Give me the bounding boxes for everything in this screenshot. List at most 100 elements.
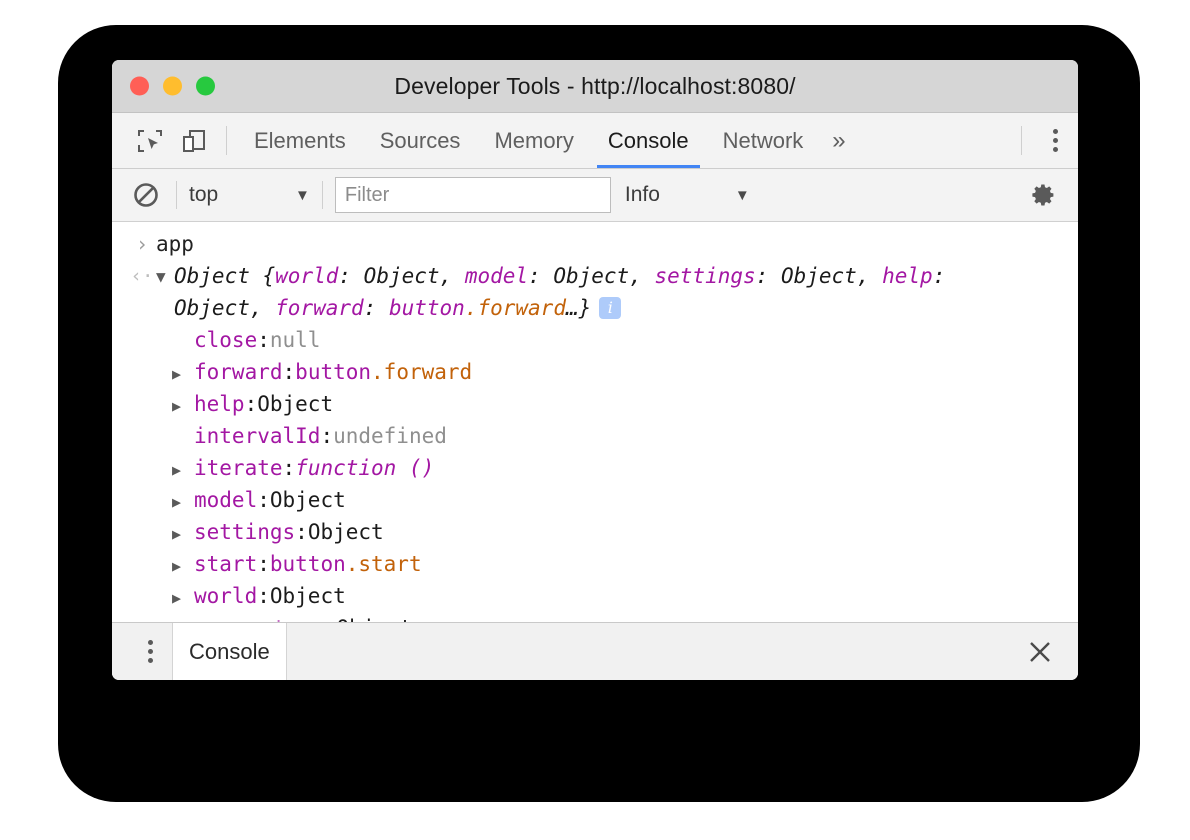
preview-key-3: help — [882, 264, 933, 288]
property-value-tag: button — [295, 356, 371, 388]
property-row-proto[interactable]: ▶ __proto__: Object — [112, 612, 1078, 622]
drawer-close-button[interactable] — [1020, 639, 1060, 665]
object-preview-text: Object {world: Object, model: Object, se… — [174, 260, 1004, 324]
tab-memory[interactable]: Memory — [477, 113, 590, 168]
object-property-list: ▶ close: null ▶ forward: button.forward … — [112, 324, 1078, 622]
toolbar-divider-2 — [322, 181, 323, 209]
drawer-menu-button[interactable] — [128, 640, 172, 663]
property-row-settings[interactable]: ▶ settings: Object — [112, 516, 1078, 548]
execution-context-value: top — [189, 183, 285, 207]
tab-elements-label: Elements — [254, 128, 346, 154]
expand-arrow-icon[interactable]: ▶ — [172, 550, 194, 582]
property-name: __proto__ — [210, 612, 324, 622]
console-input-row: › app — [112, 228, 1078, 260]
property-name: model — [194, 484, 257, 516]
preview-head: Object { — [174, 264, 275, 288]
property-name: iterate — [194, 452, 283, 484]
tab-elements[interactable]: Elements — [237, 113, 363, 168]
preview-value-2: Object — [781, 264, 857, 288]
window-title: Developer Tools - http://localhost:8080/ — [112, 73, 1078, 100]
property-value: function () — [295, 452, 434, 484]
preview-value-1: Object — [553, 264, 629, 288]
log-level-select[interactable]: Info ▼ — [625, 183, 750, 207]
settings-gear-icon — [1031, 182, 1057, 208]
zoom-window-button[interactable] — [196, 77, 215, 96]
close-window-button[interactable] — [130, 77, 149, 96]
preview-value-3: Object — [174, 296, 250, 320]
object-disclosure-triangle[interactable]: ▼ — [156, 260, 174, 294]
log-level-value: Info — [625, 183, 725, 207]
expand-arrow-icon[interactable]: ▶ — [172, 582, 194, 614]
more-tabs-button[interactable]: » — [820, 113, 857, 168]
expand-arrow-placeholder: ▶ — [172, 326, 194, 358]
expand-arrow-icon[interactable]: ▶ — [172, 454, 194, 486]
property-name: world — [194, 580, 257, 612]
drawer-tab-console[interactable]: Console — [172, 623, 287, 680]
tabbar-spacer — [858, 113, 1011, 168]
expand-arrow-placeholder: ▶ — [172, 422, 194, 454]
tab-network[interactable]: Network — [706, 113, 821, 168]
property-row-iterate[interactable]: ▶ iterate: function () — [112, 452, 1078, 484]
property-row-start[interactable]: ▶ start: button.start — [112, 548, 1078, 580]
preview-value-0: Object — [364, 264, 440, 288]
drawer-bar: Console — [112, 622, 1078, 680]
tab-console[interactable]: Console — [591, 113, 706, 168]
console-output[interactable]: › app ‹· ▼ Object {world: Object, model:… — [112, 222, 1078, 622]
panel-tabs: Elements Sources Memory Console Network … — [237, 113, 858, 168]
property-value-class: .forward — [371, 356, 472, 388]
console-settings-button[interactable] — [1024, 182, 1064, 208]
property-value: Object — [270, 484, 346, 516]
property-name: settings — [194, 516, 295, 548]
expand-arrow-icon[interactable]: ▶ — [172, 390, 194, 422]
tabbar-divider-right — [1021, 126, 1022, 155]
preview-value-4-tag: button — [389, 296, 465, 320]
main-menu-button[interactable] — [1032, 113, 1078, 168]
clear-console-button[interactable] — [128, 181, 164, 209]
property-value: undefined — [333, 420, 447, 452]
expand-arrow-icon[interactable]: ▶ — [172, 486, 194, 518]
preview-value-4-class: .forward — [465, 296, 566, 320]
property-row-help[interactable]: ▶ help: Object — [112, 388, 1078, 420]
minimize-window-button[interactable] — [163, 77, 182, 96]
property-row-world[interactable]: ▶ world: Object — [112, 580, 1078, 612]
property-name: forward — [194, 356, 283, 388]
expand-arrow-icon[interactable]: ▶ — [188, 614, 210, 622]
title-bar: Developer Tools - http://localhost:8080/ — [112, 60, 1078, 113]
inspect-element-icon — [137, 128, 163, 154]
input-prompt-icon: › — [128, 228, 156, 260]
property-row-model[interactable]: ▶ model: Object — [112, 484, 1078, 516]
property-row-intervalid[interactable]: ▶ intervalId: undefined — [112, 420, 1078, 452]
property-name: intervalId — [194, 420, 320, 452]
property-value: Object — [270, 580, 346, 612]
info-badge-icon[interactable]: i — [599, 297, 621, 319]
toolbar-divider-1 — [176, 181, 177, 209]
expand-arrow-icon[interactable]: ▶ — [172, 358, 194, 390]
close-icon — [1027, 639, 1053, 665]
tab-sources-label: Sources — [380, 128, 461, 154]
traffic-lights — [130, 77, 215, 96]
property-value-class: .start — [346, 548, 422, 580]
chevron-down-icon: ▼ — [295, 188, 310, 203]
filter-input[interactable] — [335, 177, 611, 213]
main-tab-bar: Elements Sources Memory Console Network … — [112, 113, 1078, 169]
devtools-window: Developer Tools - http://localhost:8080/… — [112, 60, 1078, 680]
object-result: ▼ Object {world: Object, model: Object, … — [156, 260, 1068, 324]
property-row-close[interactable]: ▶ close: null — [112, 324, 1078, 356]
tab-sources[interactable]: Sources — [363, 113, 478, 168]
property-name: start — [194, 548, 257, 580]
device-toolbar-icon — [181, 128, 207, 154]
drawer-options-icon — [148, 640, 153, 663]
object-preview: ▼ Object {world: Object, model: Object, … — [156, 260, 1068, 324]
preview-ellipsis: …} — [566, 296, 591, 320]
inspect-element-button[interactable] — [128, 113, 172, 168]
console-output-row: ‹· ▼ Object {world: Object, model: Objec… — [112, 260, 1078, 324]
property-value: Object — [257, 388, 333, 420]
tabbar-divider — [226, 126, 227, 155]
clear-console-icon — [132, 181, 160, 209]
device-toolbar-button[interactable] — [172, 113, 216, 168]
expand-arrow-icon[interactable]: ▶ — [172, 518, 194, 550]
execution-context-select[interactable]: top ▼ — [189, 183, 310, 207]
property-row-forward[interactable]: ▶ forward: button.forward — [112, 356, 1078, 388]
output-indicator-icon: ‹· — [128, 260, 156, 292]
chevron-down-icon: ▼ — [735, 188, 750, 203]
